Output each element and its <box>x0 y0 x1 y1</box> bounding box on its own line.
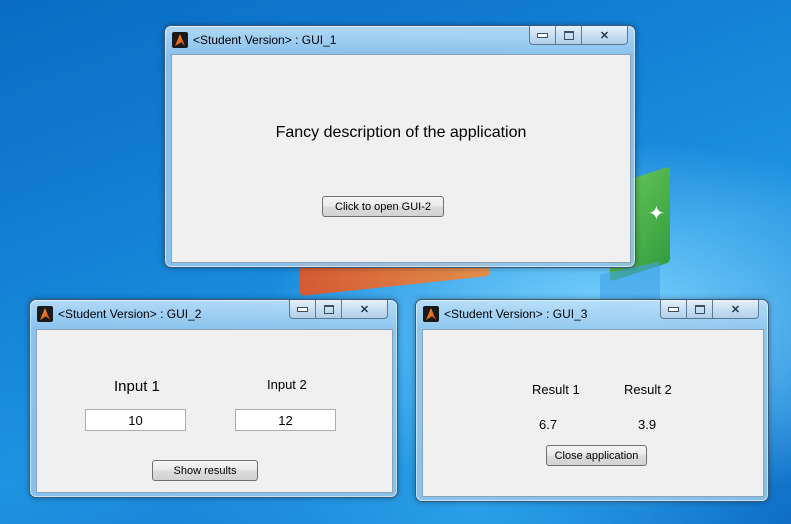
matlab-icon[interactable] <box>172 32 188 48</box>
result1-value: 6.7 <box>539 417 558 432</box>
close-application-button[interactable]: Close application <box>546 445 647 466</box>
close-button[interactable]: ✕ <box>342 300 388 319</box>
close-icon: ✕ <box>359 303 370 316</box>
minimize-button[interactable] <box>289 300 316 319</box>
gui2-client-area: Input 1 Input 2 Show results <box>36 329 393 493</box>
input2-label: Input 2 <box>267 377 307 392</box>
gui1-title: <Student Version> : GUI_1 <box>193 33 337 47</box>
input1-field[interactable] <box>85 409 186 431</box>
result2-value: 3.9 <box>638 417 657 432</box>
minimize-icon <box>297 306 308 312</box>
matlab-icon[interactable] <box>423 306 439 322</box>
minimize-icon <box>537 32 548 38</box>
close-button[interactable]: ✕ <box>713 300 759 319</box>
open-gui2-button[interactable]: Click to open GUI-2 <box>322 196 444 217</box>
gui2-caption-buttons: ✕ <box>289 300 388 319</box>
gui3-window[interactable]: <Student Version> : GUI_3 ✕ Result 1 Res… <box>415 299 769 502</box>
gui1-caption-buttons: ✕ <box>529 26 628 45</box>
maximize-icon <box>323 304 334 314</box>
maximize-button[interactable] <box>687 300 713 319</box>
close-button[interactable]: ✕ <box>582 26 628 45</box>
maximize-icon <box>694 304 705 314</box>
maximize-button[interactable] <box>316 300 342 319</box>
matlab-icon[interactable] <box>37 306 53 322</box>
app-description: Fancy description of the application <box>275 124 527 141</box>
gui1-titlebar[interactable]: <Student Version> : GUI_1 ✕ <box>165 26 635 54</box>
gui3-title: <Student Version> : GUI_3 <box>444 307 588 321</box>
close-icon: ✕ <box>730 303 741 316</box>
result2-label: Result 2 <box>624 382 672 397</box>
result1-label: Result 1 <box>532 382 580 397</box>
input2-field[interactable] <box>235 409 336 431</box>
gui2-titlebar[interactable]: <Student Version> : GUI_2 ✕ <box>30 300 397 328</box>
close-icon: ✕ <box>599 29 610 42</box>
gui3-client-area: Result 1 Result 2 6.7 3.9 Close applicat… <box>422 329 764 497</box>
minimize-button[interactable] <box>660 300 687 319</box>
maximize-icon <box>563 30 574 40</box>
gui2-window[interactable]: <Student Version> : GUI_2 ✕ Input 1 Inpu… <box>29 299 398 498</box>
gui1-client-area: Fancy description of the application Cli… <box>171 54 631 263</box>
input1-label: Input 1 <box>114 378 160 395</box>
show-results-button[interactable]: Show results <box>152 460 258 481</box>
gui2-title: <Student Version> : GUI_2 <box>58 307 202 321</box>
gui3-titlebar[interactable]: <Student Version> : GUI_3 ✕ <box>416 300 768 328</box>
minimize-button[interactable] <box>529 26 556 45</box>
minimize-icon <box>668 306 679 312</box>
gui3-caption-buttons: ✕ <box>660 300 759 319</box>
gui1-window[interactable]: <Student Version> : GUI_1 ✕ Fancy descri… <box>164 25 636 268</box>
maximize-button[interactable] <box>556 26 582 45</box>
butterfly-icon: ✦ <box>648 203 665 225</box>
